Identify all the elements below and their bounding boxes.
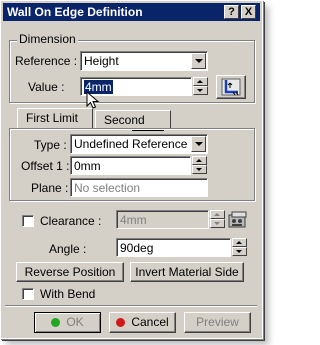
preview-button[interactable]: Preview xyxy=(184,312,251,333)
type-label: Type : xyxy=(34,138,67,152)
dimension-group-label: Dimension xyxy=(17,32,78,46)
spin-down-icon[interactable] xyxy=(232,247,247,256)
spin-down-icon[interactable] xyxy=(210,219,225,228)
offset-input[interactable]: 0mm xyxy=(70,156,191,175)
reference-combo[interactable]: Height xyxy=(80,51,208,71)
reverse-position-button[interactable]: Reverse Position xyxy=(16,262,124,282)
clearance-label: Clearance : xyxy=(40,214,102,228)
chevron-down-icon[interactable] xyxy=(191,53,206,69)
clearance-spinner[interactable] xyxy=(210,210,225,228)
title-bar[interactable]: Wall On Edge Definition ? X xyxy=(3,3,260,21)
reference-value: Height xyxy=(84,54,119,68)
tab-first-limit[interactable]: First Limit xyxy=(17,108,93,128)
window-title: Wall On Edge Definition xyxy=(7,5,143,19)
offset-spinner[interactable] xyxy=(192,156,207,174)
spin-up-icon[interactable] xyxy=(193,77,208,86)
angle-input[interactable]: 90deg xyxy=(116,238,231,257)
angle-value: 90deg xyxy=(120,241,154,255)
with-bend-label: With Bend xyxy=(40,287,96,301)
reference-label: Reference : xyxy=(15,54,78,68)
cancel-label: Cancel xyxy=(131,315,169,329)
spin-up-icon[interactable] xyxy=(210,210,225,219)
ok-button[interactable]: OK xyxy=(34,312,101,333)
help-button[interactable]: ? xyxy=(224,5,239,19)
measure-tool-icon xyxy=(221,78,241,96)
cancel-dot-icon xyxy=(116,318,126,327)
plane-value: No selection xyxy=(74,181,141,195)
value-label: Value : xyxy=(28,80,65,94)
clearance-checkbox[interactable] xyxy=(22,215,34,227)
separator xyxy=(5,305,257,307)
plane-input[interactable]: No selection xyxy=(70,178,208,197)
spin-down-icon[interactable] xyxy=(193,86,208,95)
spin-up-icon[interactable] xyxy=(192,156,207,165)
with-bend-checkbox[interactable] xyxy=(22,288,34,300)
measure-tool-button[interactable] xyxy=(216,75,246,99)
cancel-button[interactable]: Cancel xyxy=(109,312,176,333)
offset-label: Offset 1 : xyxy=(21,159,70,173)
ok-label: OK xyxy=(66,315,84,329)
close-button[interactable]: X xyxy=(241,5,256,19)
plane-label: Plane : xyxy=(31,181,69,195)
tab-second-limit[interactable]: Second Limit xyxy=(95,110,171,128)
formula-icon[interactable] xyxy=(227,209,249,229)
clearance-input[interactable]: 4mm xyxy=(116,210,209,229)
chevron-down-icon[interactable] xyxy=(191,136,206,152)
dialog-window: Wall On Edge Definition ? X Dimension Re… xyxy=(0,0,263,339)
spin-up-icon[interactable] xyxy=(232,238,247,247)
type-combo[interactable]: Undefined Reference xyxy=(70,134,208,154)
spin-down-icon[interactable] xyxy=(192,165,207,174)
angle-label: Angle : xyxy=(49,242,87,256)
offset-value: 0mm xyxy=(74,159,101,173)
value-spinner[interactable] xyxy=(193,77,208,95)
angle-spinner[interactable] xyxy=(232,238,247,256)
ok-dot-icon xyxy=(51,318,61,327)
invert-material-side-button[interactable]: Invert Material Side xyxy=(130,262,244,282)
clearance-value: 4mm xyxy=(120,213,147,227)
type-value: Undefined Reference xyxy=(74,137,188,151)
